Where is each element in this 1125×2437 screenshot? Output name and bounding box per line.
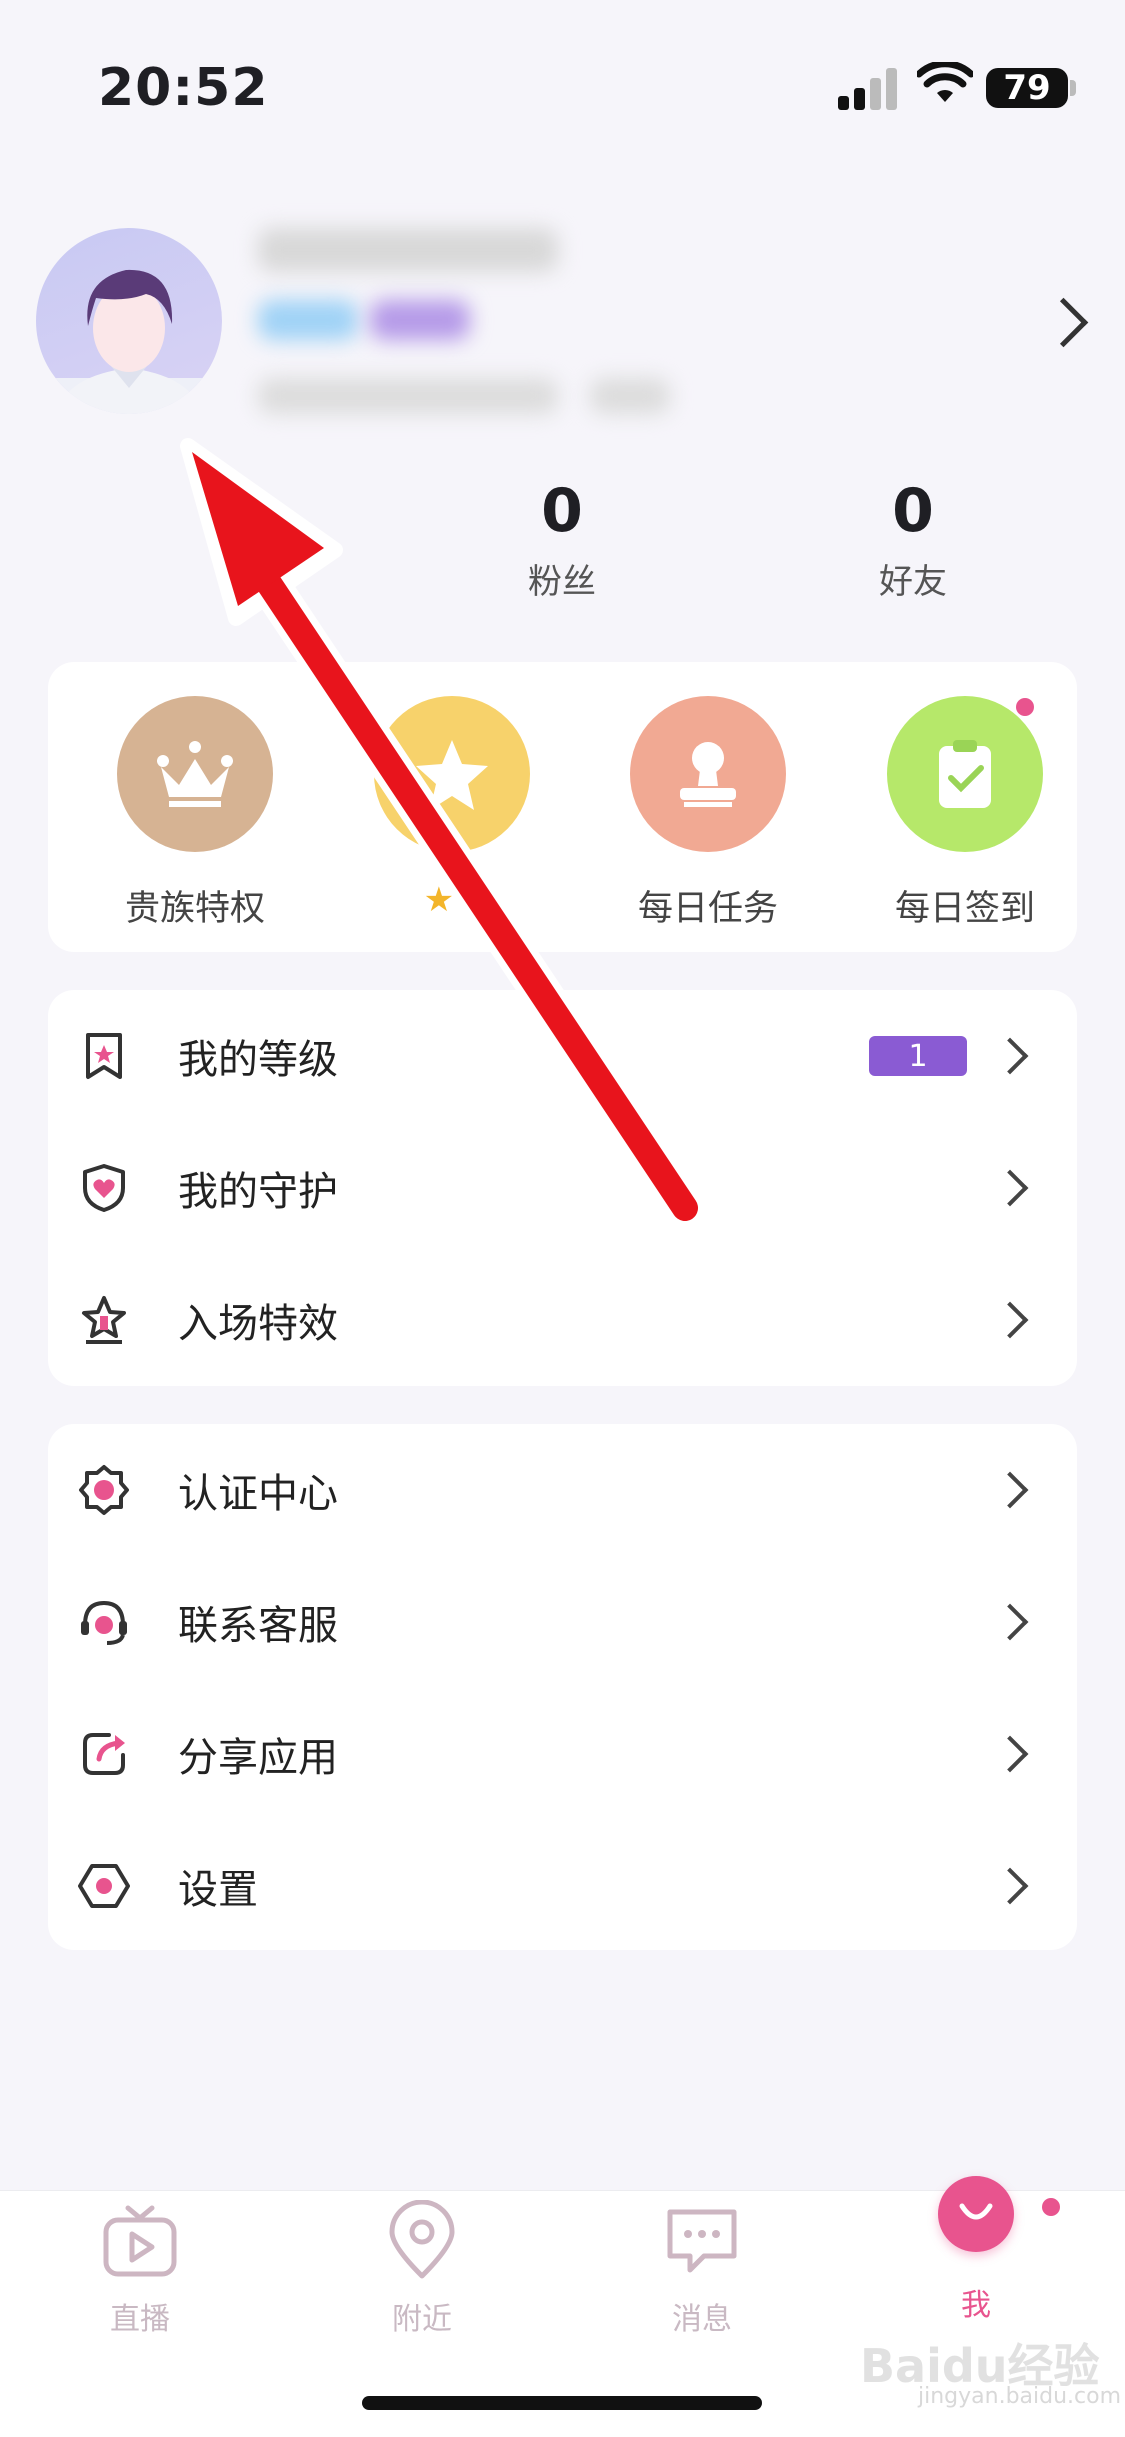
watermark-url: jingyan.baidu.com bbox=[918, 2384, 1122, 2409]
headset-icon bbox=[74, 1592, 134, 1652]
tab-me-label: 我 bbox=[961, 2288, 991, 2323]
chevron-right-icon bbox=[991, 1603, 1029, 1641]
annotation-arrow bbox=[180, 438, 705, 1228]
tab-live[interactable]: 直播 bbox=[60, 2200, 220, 2338]
chevron-right-icon bbox=[991, 1301, 1029, 1339]
tab-messages-label: 消息 bbox=[672, 2302, 732, 2337]
tab-live-label: 直播 bbox=[110, 2302, 170, 2337]
badge-gear-icon bbox=[74, 1460, 134, 1520]
menu-item-settings-label: 设置 bbox=[178, 1867, 258, 1913]
menu-item-certification-center[interactable]: 认证中心 bbox=[48, 1424, 1077, 1556]
menu-item-share-app[interactable]: 分享应用 bbox=[48, 1688, 1077, 1820]
share-icon bbox=[74, 1724, 134, 1784]
message-bubble-icon bbox=[622, 2200, 782, 2284]
settings-hexagon-icon bbox=[74, 1856, 134, 1916]
menu-group-2: 认证中心 联系客服 分享应用 设置 bbox=[48, 1424, 1077, 1950]
location-pin-icon bbox=[342, 2199, 502, 2284]
menu-item-settings[interactable]: 设置 bbox=[48, 1820, 1077, 1952]
chevron-right-icon bbox=[991, 1735, 1029, 1773]
smile-icon bbox=[938, 2176, 1014, 2252]
tab-messages[interactable]: 消息 bbox=[622, 2200, 782, 2338]
tv-play-icon bbox=[60, 2200, 220, 2284]
menu-item-certification-label: 认证中心 bbox=[178, 1471, 338, 1517]
tab-me[interactable]: 我 bbox=[896, 2176, 1056, 2324]
tab-nearby[interactable]: 附近 bbox=[342, 2199, 502, 2338]
menu-item-contact-support-label: 联系客服 bbox=[178, 1603, 338, 1649]
menu-item-contact-support[interactable]: 联系客服 bbox=[48, 1556, 1077, 1688]
chevron-right-icon bbox=[991, 1471, 1029, 1509]
tab-nearby-label: 附近 bbox=[392, 2302, 452, 2337]
tab-me-notification-dot bbox=[1042, 2198, 1060, 2216]
chevron-right-icon bbox=[991, 1867, 1029, 1905]
home-indicator bbox=[362, 2396, 762, 2410]
menu-item-share-app-label: 分享应用 bbox=[178, 1735, 338, 1781]
